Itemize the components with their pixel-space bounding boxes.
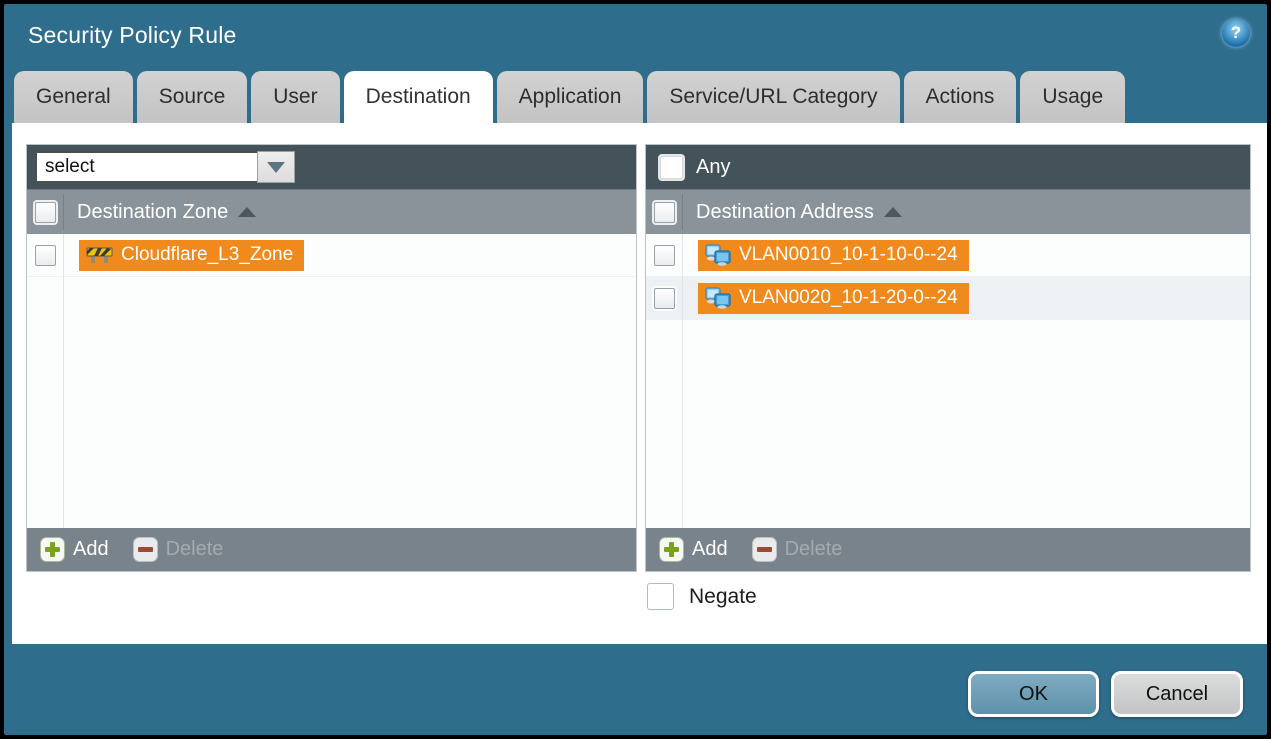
negate-label: Negate <box>689 585 757 609</box>
any-checkbox[interactable] <box>660 156 683 179</box>
destination-tab-content: Destination Zone <box>12 123 1267 644</box>
address-column-header: Destination Address <box>646 189 1250 234</box>
table-row: VLAN0020_10-1-20-0--24 <box>646 277 1250 320</box>
address-entry[interactable]: VLAN0020_10-1-20-0--24 <box>698 283 969 314</box>
zone-panel-footer: Add Delete <box>27 528 636 571</box>
any-label: Any <box>696 156 730 179</box>
address-panel-footer: Add Delete <box>646 528 1250 571</box>
column-divider <box>63 234 64 528</box>
address-icon <box>705 287 731 309</box>
zone-select-combo <box>35 151 295 183</box>
security-policy-rule-dialog: Security Policy Rule ? General Source Us… <box>0 0 1271 739</box>
zone-entry[interactable]: Cloudflare_L3_Zone <box>79 240 304 271</box>
delete-icon <box>752 537 777 562</box>
table-row: VLAN0010_10-1-10-0--24 <box>646 234 1250 277</box>
address-add-button[interactable]: Add <box>659 537 728 562</box>
tab-actions[interactable]: Actions <box>904 71 1017 123</box>
tab-application[interactable]: Application <box>497 71 644 123</box>
zone-panel-header <box>27 145 636 189</box>
ok-button[interactable]: OK <box>968 671 1099 717</box>
zone-entry-label: Cloudflare_L3_Zone <box>121 244 293 266</box>
tab-service-url-category[interactable]: Service/URL Category <box>647 71 899 123</box>
address-row-checkbox[interactable] <box>654 288 675 309</box>
zone-select-input[interactable] <box>35 151 257 183</box>
dialog-title: Security Policy Rule <box>28 22 237 49</box>
address-delete-button[interactable]: Delete <box>752 537 843 562</box>
address-list: VLAN0010_10-1-10-0--24 <box>646 234 1250 528</box>
address-column-title[interactable]: Destination Address <box>696 201 874 224</box>
negate-checkbox[interactable] <box>647 583 674 610</box>
zone-add-label: Add <box>73 538 109 561</box>
zone-select-all-checkbox[interactable] <box>35 202 56 223</box>
address-entry-label: VLAN0010_10-1-10-0--24 <box>739 244 958 266</box>
zone-icon <box>86 245 113 265</box>
zone-delete-button[interactable]: Delete <box>133 537 224 562</box>
zone-column-header: Destination Zone <box>27 189 636 234</box>
tab-source[interactable]: Source <box>137 71 248 123</box>
address-icon <box>705 244 731 266</box>
address-entry[interactable]: VLAN0010_10-1-10-0--24 <box>698 240 969 271</box>
chevron-down-icon <box>267 162 285 173</box>
delete-icon <box>133 537 158 562</box>
cancel-button[interactable]: Cancel <box>1111 671 1243 717</box>
zone-column-title[interactable]: Destination Zone <box>77 201 228 224</box>
sort-ascending-icon <box>238 207 256 217</box>
destination-address-panel: Any Destination Address <box>645 144 1251 572</box>
add-icon <box>659 537 684 562</box>
zone-list: Cloudflare_L3_Zone <box>27 234 636 528</box>
zone-row-checkbox[interactable] <box>35 245 56 266</box>
column-divider <box>682 194 683 230</box>
sort-ascending-icon <box>884 207 902 217</box>
address-entry-label: VLAN0020_10-1-20-0--24 <box>739 287 958 309</box>
tab-general[interactable]: General <box>14 71 133 123</box>
help-icon[interactable]: ? <box>1222 19 1250 47</box>
zone-add-button[interactable]: Add <box>40 537 109 562</box>
tab-destination[interactable]: Destination <box>344 71 493 123</box>
table-row: Cloudflare_L3_Zone <box>27 234 636 277</box>
address-row-checkbox[interactable] <box>654 245 675 266</box>
address-select-all-checkbox[interactable] <box>654 202 675 223</box>
zone-delete-label: Delete <box>166 538 224 561</box>
add-icon <box>40 537 65 562</box>
zone-select-dropdown-button[interactable] <box>257 151 295 183</box>
address-add-label: Add <box>692 538 728 561</box>
tab-usage[interactable]: Usage <box>1020 71 1125 123</box>
address-delete-label: Delete <box>785 538 843 561</box>
negate-option: Negate <box>647 583 757 610</box>
column-divider <box>682 234 683 528</box>
column-divider <box>63 194 64 230</box>
destination-zone-panel: Destination Zone <box>26 144 637 572</box>
address-panel-header: Any <box>646 145 1250 189</box>
tab-bar: General Source User Destination Applicat… <box>14 71 1125 123</box>
tab-user[interactable]: User <box>251 71 339 123</box>
